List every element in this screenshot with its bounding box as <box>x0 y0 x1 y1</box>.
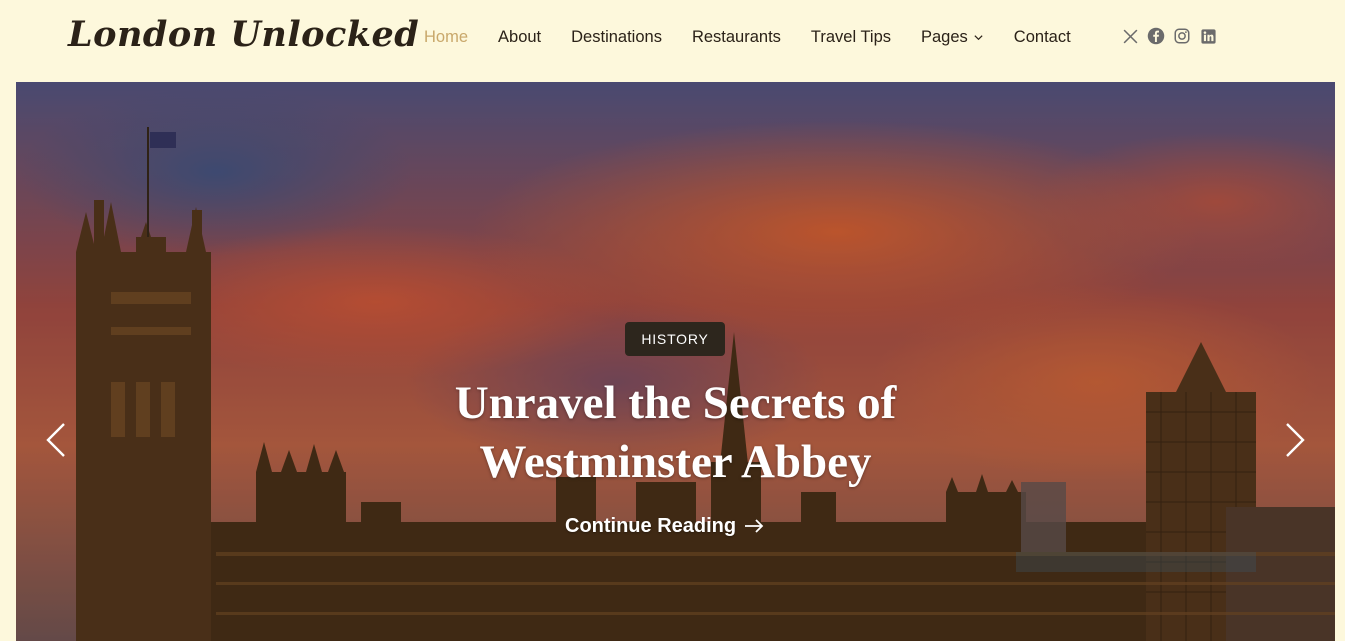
chevron-down-icon <box>974 34 983 40</box>
arrow-right-icon <box>745 519 764 533</box>
linkedin-icon[interactable] <box>1199 27 1217 45</box>
hero-title-line-1: Unravel the Secrets of <box>454 377 897 429</box>
main-nav: Home About Destinations Restaurants Trav… <box>424 26 1071 48</box>
hero-slider: HISTORY Unravel the Secrets of Westminst… <box>16 82 1335 641</box>
continue-reading-label: Continue Reading <box>565 514 737 537</box>
nav-item-pages[interactable]: Pages <box>921 28 984 47</box>
chevron-left-icon <box>46 423 65 457</box>
category-badge[interactable]: HISTORY <box>625 322 725 356</box>
hero-title[interactable]: Unravel the Secrets of Westminster Abbey <box>376 374 975 492</box>
nav-item-restaurants[interactable]: Restaurants <box>692 28 781 47</box>
instagram-icon[interactable] <box>1173 27 1191 45</box>
site-header: London Unlocked Home About Destinations … <box>0 0 1345 82</box>
nav-item-pages-label: Pages <box>921 27 968 46</box>
nav-item-about[interactable]: About <box>498 28 541 47</box>
chevron-right-icon <box>1286 423 1305 457</box>
social-links <box>1121 26 1217 46</box>
slider-prev-button[interactable] <box>44 422 68 458</box>
nav-item-home[interactable]: Home <box>424 28 468 47</box>
nav-item-contact[interactable]: Contact <box>1014 28 1071 47</box>
hero-overlay <box>16 82 1335 641</box>
nav-item-destinations[interactable]: Destinations <box>571 28 662 47</box>
x-twitter-icon[interactable] <box>1121 27 1139 45</box>
site-logo[interactable]: London Unlocked <box>68 14 419 55</box>
slider-next-button[interactable] <box>1283 422 1307 458</box>
hero-title-line-2: Westminster Abbey <box>479 436 872 488</box>
nav-item-travel-tips[interactable]: Travel Tips <box>811 28 891 47</box>
facebook-icon[interactable] <box>1147 27 1165 45</box>
continue-reading-link[interactable]: Continue Reading <box>565 514 764 538</box>
